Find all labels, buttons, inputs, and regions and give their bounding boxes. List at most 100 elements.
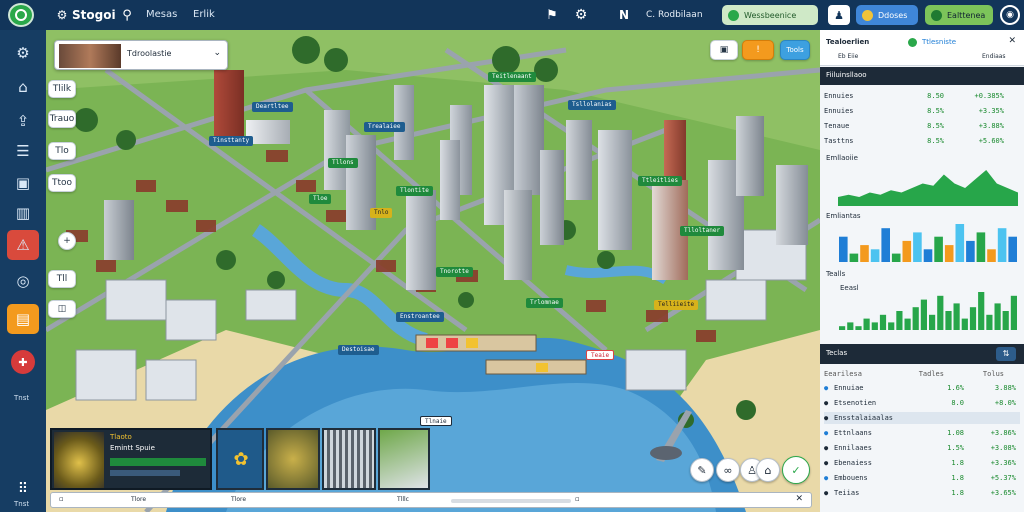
city-icon[interactable]: ⌂ (7, 72, 39, 102)
notification-icon[interactable]: N (616, 7, 632, 23)
tower-building[interactable] (440, 140, 460, 220)
unit-card[interactable] (266, 428, 320, 490)
tower-building[interactable] (406, 190, 436, 290)
map-tool-chip[interactable]: Trauo (48, 110, 76, 128)
zoom-in-icon[interactable]: + (58, 232, 76, 250)
map-label[interactable]: Ttleitlies (638, 176, 683, 186)
map-tool-chip[interactable]: Tlilk (48, 80, 76, 98)
settings-icon[interactable]: ⚙ (7, 38, 39, 68)
close-panel-icon[interactable]: ✕ (1008, 36, 1016, 46)
grid-icon[interactable]: ⚙ (56, 8, 68, 22)
lock-tool-icon[interactable]: ⌂ (756, 458, 780, 482)
map-label[interactable]: Teitlenaant (488, 72, 536, 82)
map-label[interactable]: Enstroantee (396, 312, 444, 322)
chevron-down-icon[interactable]: ⌄ (213, 48, 221, 58)
map-label[interactable]: Tnorotte (436, 267, 473, 277)
tower-building[interactable] (214, 70, 244, 142)
emergency-icon[interactable]: ✚ (11, 350, 35, 374)
help-icon[interactable]: ◉ (1000, 5, 1020, 25)
list-icon[interactable]: ☰ (7, 136, 39, 166)
close-icon[interactable]: ✕ (795, 494, 803, 504)
map-label[interactable]: Tlontite (396, 186, 433, 196)
unit-card[interactable] (378, 428, 430, 490)
map-label[interactable]: Trealaiee (364, 122, 405, 132)
game-logo-icon[interactable] (8, 3, 34, 27)
tower-building[interactable] (504, 190, 532, 280)
flag-icon[interactable]: ⚑ (544, 7, 560, 23)
location-search-card[interactable]: Tdroolastie ⌄ (54, 40, 228, 70)
map-label[interactable]: Tinsttanty (209, 136, 254, 146)
apps-grid-icon[interactable]: ⠿ (12, 478, 34, 500)
currency-pill[interactable]: Wessbeenice (722, 5, 818, 25)
table-menu-icon[interactable]: ⇅ (996, 347, 1016, 361)
table-row[interactable]: ● Ettnlaans 1.08 +3.86% (824, 427, 1020, 439)
settings-gear-icon[interactable]: ⚙ (573, 7, 589, 23)
chart-bar (920, 299, 927, 330)
map-label[interactable]: Tllons (328, 158, 358, 168)
unit-card[interactable]: ✿ (216, 428, 264, 490)
leaf-tool-icon[interactable]: ✎ (690, 458, 714, 482)
stat-row[interactable]: Tenaue 8.5% +3.88% (824, 120, 1020, 132)
timeline-start-icon[interactable]: ▫ (59, 495, 64, 503)
table-row[interactable]: ● Ennuiae 1.6% 3.88% (824, 382, 1020, 394)
stat-row[interactable]: Ennuies 8.50 +0.385% (824, 90, 1020, 102)
tools-button[interactable]: Tools (780, 40, 810, 60)
tower-building[interactable] (736, 116, 764, 196)
table-row[interactable]: ● Ensstalaiaalas (824, 412, 1020, 424)
map-tool-chip[interactable]: Ttoo (48, 174, 76, 192)
stat-row[interactable]: Tasttns 8.5% +5.60% (824, 135, 1020, 147)
map-label[interactable]: Trlomnae (526, 298, 563, 308)
build-menu-icon[interactable]: ▤ (7, 304, 39, 334)
search-icon[interactable]: ⚲ (120, 7, 134, 23)
map-label[interactable]: Destoisae (338, 345, 379, 355)
map-label[interactable]: Tsllolanias (568, 100, 616, 110)
map-label[interactable]: Telliieite (654, 300, 699, 310)
chat-icon[interactable]: ◎ (7, 266, 39, 296)
share-icon[interactable]: ⇪ (7, 106, 39, 136)
table-row[interactable]: ● Ebenaiess 1.8 +3.36% (824, 457, 1020, 469)
tower-building[interactable] (566, 120, 592, 200)
nav-item-2[interactable]: Erlik (193, 9, 215, 20)
table-row[interactable]: ● Etsenotien 8.0 +8.0% (824, 397, 1020, 409)
timeline-bar[interactable]: ▫ Tlore Tlore Tlllc ▫ ✕ (50, 492, 812, 508)
camera-view-icon[interactable]: ▣ (710, 40, 738, 60)
profile-icon[interactable]: ♟ (828, 5, 850, 25)
map-label[interactable]: Tloe (309, 194, 332, 204)
stat-row[interactable]: Ennuies 8.5% +3.35% (824, 105, 1020, 117)
chart-bar (997, 228, 1007, 262)
tower-building[interactable] (776, 165, 808, 245)
map-label[interactable]: Tlloltaner (680, 226, 725, 236)
tower-building[interactable] (598, 130, 632, 250)
tower-building[interactable] (540, 150, 564, 245)
chart-bar (987, 249, 996, 262)
table-row[interactable]: ● Embouens 1.8 +5.37% (824, 472, 1020, 484)
project-card[interactable]: Tlaoto Emintt Spuie (50, 428, 212, 490)
map-label[interactable]: Tlnaie (420, 416, 452, 426)
build-tool-icon[interactable]: ✓ (782, 456, 810, 484)
map-tool-chip[interactable]: Tll (48, 270, 76, 288)
route-tool-icon[interactable]: ∞ (716, 458, 740, 482)
timeline-track[interactable] (451, 499, 571, 503)
section-header[interactable]: Fiiluinsllaoo (820, 67, 1024, 85)
city-map[interactable]: Deartltee Tinsttanty Trealaiee Tsllolani… (46, 30, 820, 512)
nav-item-1[interactable]: Mesas (146, 9, 177, 20)
map-label[interactable]: Tnlo (370, 208, 393, 218)
alert-button[interactable]: ! (742, 40, 774, 60)
map-label[interactable]: Teaie (586, 350, 615, 360)
area-series (838, 170, 1018, 206)
energy-pill[interactable]: Ealttenea (925, 5, 993, 25)
unit-card[interactable] (322, 428, 376, 490)
camera-icon[interactable]: ▣ (7, 168, 39, 198)
table-row[interactable]: ● Teiias 1.8 +3.65% (824, 487, 1020, 499)
resource-pill[interactable]: Ddoses (856, 5, 918, 25)
map-tool-chip[interactable]: Tlo (48, 142, 76, 160)
tower-building[interactable] (104, 200, 134, 260)
layers-icon[interactable]: ◫ (48, 300, 76, 318)
timeline-end-icon[interactable]: ▫ (575, 495, 580, 503)
stats-icon[interactable]: ▥ (7, 198, 39, 228)
alert-icon[interactable]: ⚠ (7, 230, 39, 260)
table-row[interactable]: ● Ennilaaes 1.5% +3.08% (824, 442, 1020, 454)
timeline-label: Tlllc (397, 496, 409, 503)
map-label[interactable]: Deartltee (252, 102, 293, 112)
tower-building[interactable] (664, 120, 686, 180)
